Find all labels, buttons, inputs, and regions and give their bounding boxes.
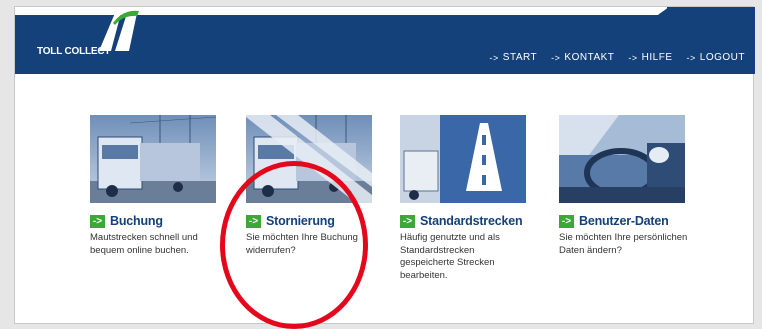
highway-sign-photo[interactable] [400,115,526,203]
card-link-buchung[interactable]: -> Buchung [90,214,230,228]
header-bar: TOLL COLLECT -> START -> KONTAKT -> HILF… [15,7,755,74]
card-title: Stornierung [266,214,335,228]
header-tab [667,7,755,17]
logo-text: TOLL COLLECT [37,46,111,57]
card-title: Benutzer-Daten [579,214,669,228]
nav-label: START [502,52,538,63]
card-title: Standardstrecken [420,214,523,228]
driver-photo[interactable] [559,115,685,203]
header-tab-slant [655,7,669,17]
card-buchung: -> Buchung Mautstrecken schnell und bequ… [90,115,230,257]
card-description: Mautstrecken schnell und bequem online b… [90,232,198,256]
nav-hilfe[interactable]: -> HILFE [628,52,672,63]
nav-start[interactable]: -> START [490,52,538,63]
card-description: Sie möchten Ihre persönlichen Daten ände… [559,232,688,256]
card-description: Sie möchten Ihre Buchung widerrufen? [246,232,358,256]
card-benutzer-daten: -> Benutzer-Daten Sie möchten Ihre persö… [559,115,699,257]
nav-label: LOGOUT [699,52,745,63]
nav-logout[interactable]: -> LOGOUT [687,52,746,63]
arrow-right-icon: -> [551,52,561,63]
arrow-right-icon: -> [628,52,638,63]
card-description: Häufig genutzte und als Standardstrecken… [400,232,500,281]
arrow-right-icon: -> [489,52,499,63]
page-frame: TOLL COLLECT -> START -> KONTAKT -> HILF… [14,6,755,324]
arrow-right-icon: -> [400,214,415,228]
nav-label: HILFE [641,52,673,63]
arrow-right-icon: -> [90,214,105,228]
truck-photo-striped[interactable] [246,115,372,203]
road-logo-icon [99,10,139,51]
toll-collect-logo[interactable]: TOLL COLLECT [33,10,143,74]
arrow-right-icon: -> [246,214,261,228]
card-link-benutzer-daten[interactable]: -> Benutzer-Daten [559,214,699,228]
nav-label: KONTAKT [564,52,615,63]
top-nav: -> START -> KONTAKT -> HILFE -> LOGOUT [490,52,745,63]
card-link-standardstrecken[interactable]: -> Standardstrecken [400,214,540,228]
nav-kontakt[interactable]: -> KONTAKT [551,52,614,63]
card-link-stornierung[interactable]: -> Stornierung [246,214,386,228]
arrow-right-icon: -> [686,52,696,63]
card-stornierung: -> Stornierung Sie möchten Ihre Buchung … [246,115,386,257]
truck-photo[interactable] [90,115,216,203]
card-standardstrecken: -> Standardstrecken Häufig genutzte und … [400,115,540,282]
card-title: Buchung [110,214,163,228]
arrow-right-icon: -> [559,214,574,228]
